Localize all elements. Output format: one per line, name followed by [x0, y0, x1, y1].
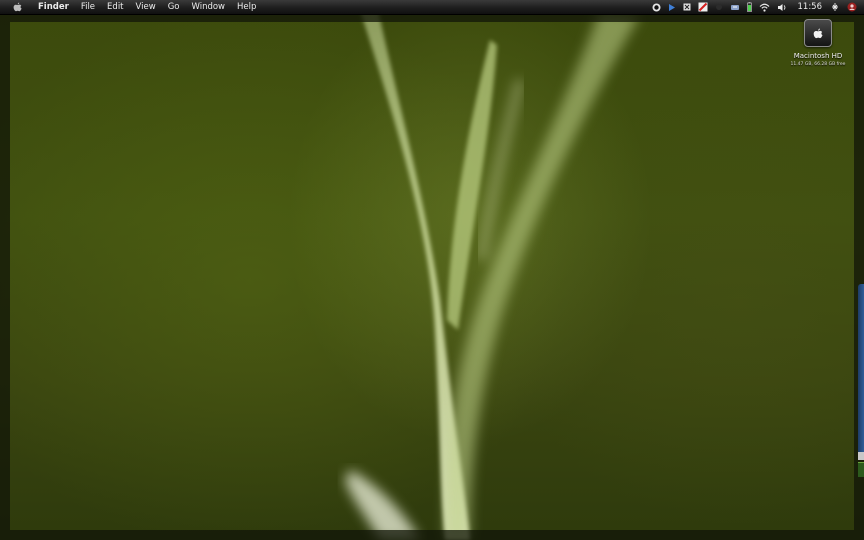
menu-go[interactable]: Go [162, 0, 186, 14]
edge-widget-green[interactable] [858, 462, 864, 477]
hard-drive-icon[interactable] [804, 19, 832, 47]
menu-help[interactable]: Help [231, 0, 262, 14]
desktop-wallpaper [0, 0, 864, 540]
screen-capture-icon[interactable] [683, 0, 691, 14]
user-icon[interactable] [847, 0, 857, 14]
volume-icon[interactable] [777, 0, 787, 14]
drive-name-label: Macintosh HD [793, 52, 843, 60]
sync-icon[interactable] [730, 0, 740, 14]
battery-icon[interactable] [746, 0, 752, 14]
menu-bar: Finder File Edit View Go Window Help 11:… [0, 0, 864, 15]
wifi-icon[interactable] [759, 0, 770, 14]
menu-edit[interactable]: Edit [101, 0, 129, 14]
menu-clock[interactable]: 11:56 [798, 2, 823, 12]
edge-widget-strip[interactable] [858, 452, 864, 460]
bluetooth-icon[interactable] [830, 0, 840, 14]
edge-drawer-tab[interactable] [858, 284, 864, 454]
play-icon[interactable] [668, 0, 676, 14]
no-entry-icon[interactable] [698, 0, 708, 14]
menu-finder[interactable]: Finder [32, 0, 75, 14]
drive-capacity-info: 11.47 GB, 66.28 GB free [790, 62, 846, 67]
apple-icon[interactable] [12, 2, 22, 12]
skype-icon[interactable] [652, 0, 661, 14]
grass-blade-image [345, 10, 640, 540]
macintosh-hd-drive[interactable]: Macintosh HD 11.47 GB, 66.28 GB free [782, 19, 854, 67]
menu-file[interactable]: File [75, 0, 101, 14]
menu-view[interactable]: View [130, 0, 162, 14]
menu-window[interactable]: Window [185, 0, 231, 14]
status-menu-area: 11:56 [652, 0, 864, 14]
activity-icon[interactable] [715, 0, 723, 14]
